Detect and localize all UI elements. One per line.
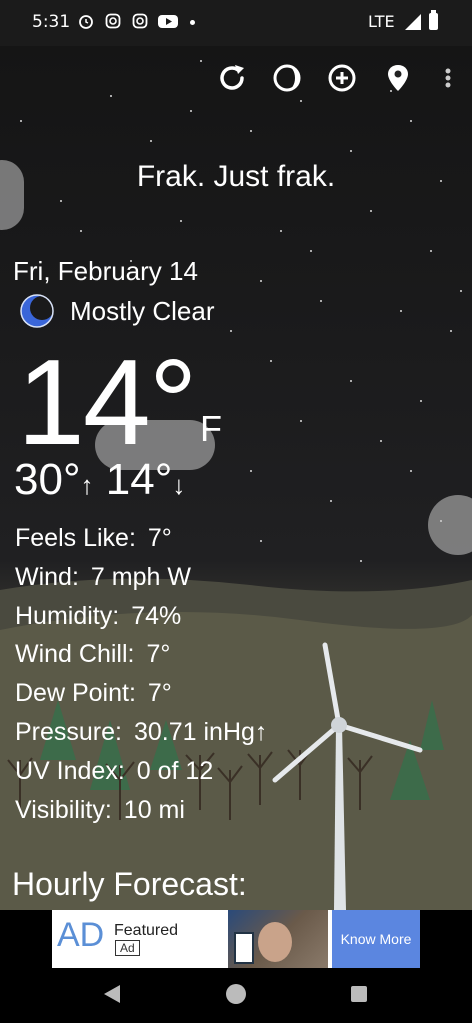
down-arrow-icon: ↓: [172, 470, 186, 500]
ad-image: [228, 910, 328, 968]
instagram-icon: [132, 13, 148, 29]
low-temperature: 14°: [105, 455, 173, 504]
weather-details: Feels Like: 7° Wind: 7 mph W Humidity: 74% …: [15, 519, 267, 829]
back-icon[interactable]: [104, 985, 120, 1003]
overflow-menu-icon[interactable]: [432, 62, 460, 94]
cloud: [428, 495, 472, 555]
ad-person-graphic: [258, 922, 292, 962]
status-bar: 5:31 LTE: [0, 0, 472, 46]
detail-pressure: Pressure: 30.71 inHg↑: [15, 717, 268, 746]
detail-wind-chill: Wind Chill: 7°: [15, 640, 171, 669]
network-type: LTE: [368, 12, 395, 31]
condition-text: Mostly Clear: [70, 296, 215, 326]
location-pin-icon[interactable]: [382, 62, 414, 94]
ad-badge: Ad: [115, 940, 140, 956]
home-icon[interactable]: [226, 984, 246, 1004]
high-temperature: 30°: [14, 455, 81, 504]
moon-phase-icon[interactable]: [271, 62, 303, 94]
battery-icon: [429, 10, 438, 30]
temperature-unit: F: [200, 408, 222, 449]
signal-icon: [405, 14, 421, 30]
detail-feels-like: Feels Like: 7°: [15, 524, 172, 552]
headline: Frak. Just frak.: [136, 160, 336, 193]
recents-icon[interactable]: [351, 986, 367, 1002]
navigation-bar: [0, 968, 472, 1023]
more-notifications-dot: [190, 20, 195, 25]
status-time: 5:31: [32, 12, 71, 32]
moon-icon: [20, 294, 54, 328]
detail-wind: Wind: 7 mph W: [15, 562, 191, 591]
add-location-icon[interactable]: [326, 62, 358, 94]
alarm-icon: [79, 15, 93, 29]
ad-featured-label: Featured: [114, 922, 179, 939]
high-low-temperature: 30°↑ 14°↓: [14, 455, 185, 505]
hourly-forecast-heading: Hourly Forecast:: [12, 866, 247, 902]
ad-logo: AD: [57, 916, 105, 954]
current-temperature: 14°: [17, 334, 197, 470]
refresh-icon[interactable]: [216, 62, 248, 94]
ad-banner[interactable]: AD Featured Ad Know More: [52, 910, 420, 968]
youtube-icon: [158, 15, 178, 28]
instagram-icon: [105, 13, 121, 29]
detail-visibility: Visibility: 10 mi: [15, 795, 185, 824]
detail-humidity: Humidity: 74%: [15, 601, 182, 630]
ad-bar: AD Featured Ad Know More: [0, 910, 472, 970]
ad-know-more-button[interactable]: Know More: [332, 910, 420, 968]
detail-uv-index: UV Index: 0 of 12: [15, 756, 214, 785]
ad-cup-graphic: [234, 932, 254, 964]
detail-dew-point: Dew Point: 7°: [15, 679, 172, 708]
weather-screen: 5:31 LTE Frak. Just frak. Fri, February …: [0, 0, 472, 1023]
current-date: Fri, February 14: [13, 256, 198, 286]
up-arrow-icon: ↑: [80, 470, 94, 500]
